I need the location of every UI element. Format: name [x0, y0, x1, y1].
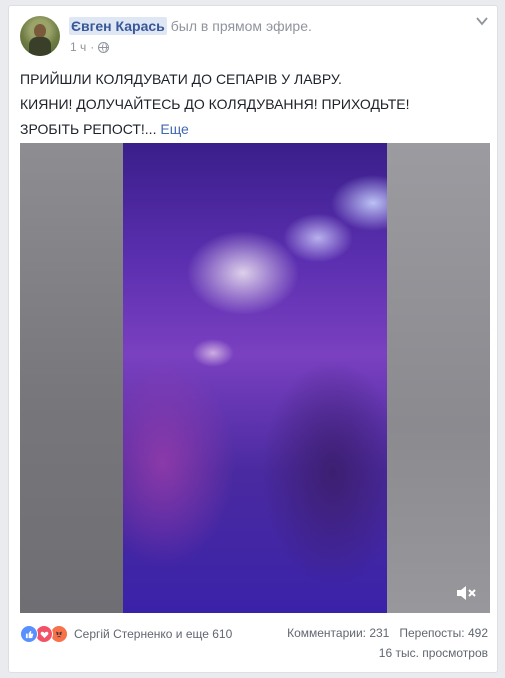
views-count: 16 тыс. просмотров: [378, 646, 488, 660]
globe-icon[interactable]: [98, 41, 110, 53]
chevron-down-icon[interactable]: [476, 16, 488, 26]
post-text-line-end: ЗРОБІТЬ РЕПОСТ!...: [20, 121, 157, 137]
shares-count[interactable]: Перепосты: 492: [399, 626, 488, 640]
comments-count[interactable]: Комментарии: 231: [287, 626, 389, 640]
post-text-line: ПРИЙШЛИ КОЛЯДУВАТИ ДО СЕПАРІВ У ЛАВРУ.: [20, 71, 342, 87]
post-text: ПРИЙШЛИ КОЛЯДУВАТИ ДО СЕПАРІВ У ЛАВРУ. К…: [20, 67, 410, 142]
see-more-link[interactable]: Еще: [160, 121, 189, 137]
separator: ·: [90, 40, 95, 54]
live-video-player[interactable]: [20, 143, 490, 613]
reactions-bar: Сергій Стерненко и еще 610: [20, 625, 232, 643]
like-reaction-icon[interactable]: [20, 625, 38, 643]
reactors-summary[interactable]: Сергій Стерненко и еще 610: [74, 627, 232, 641]
video-pillarbox-left: [20, 143, 123, 613]
post-action-text: был в прямом эфире.: [170, 18, 312, 34]
avatar[interactable]: [20, 16, 60, 56]
speaker-muted-icon[interactable]: [456, 585, 478, 601]
avatar-body: [29, 37, 51, 56]
post-meta: 1 ч ·: [70, 40, 110, 54]
post-text-line: КИЯНИ! ДОЛУЧАЙТЕСЬ ДО КОЛЯДУВАННЯ! ПРИХО…: [20, 96, 410, 112]
post-text-line: ЗРОБІТЬ РЕПОСТ!... Еще: [20, 117, 410, 142]
video-pillarbox-right: [387, 143, 490, 613]
post-timestamp[interactable]: 1 ч: [70, 40, 86, 54]
video-frame[interactable]: [123, 143, 387, 613]
post-counts: Комментарии: 231 Перепосты: 492: [287, 626, 488, 640]
avatar-head: [34, 24, 46, 38]
post-header: Євген Карась был в прямом эфире.: [69, 17, 312, 35]
post-card: Євген Карась был в прямом эфире. 1 ч · ПР…: [8, 5, 498, 673]
author-name-link[interactable]: Євген Карась: [69, 17, 167, 35]
